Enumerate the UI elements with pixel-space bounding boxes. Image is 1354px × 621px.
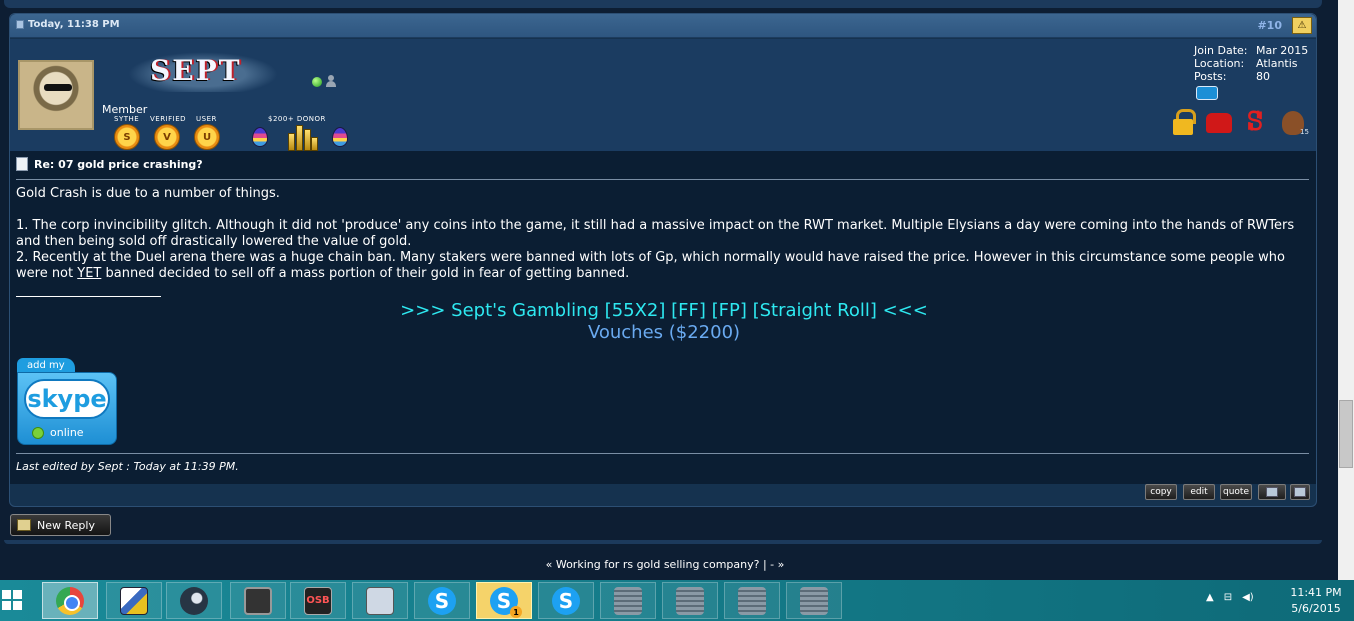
app-icon — [614, 586, 642, 615]
award-label-sythe: SYTHE — [114, 115, 140, 123]
pencil-icon — [17, 519, 31, 531]
ribbon-icon[interactable]: ꗟ — [1242, 107, 1268, 137]
lock-icon[interactable] — [1172, 107, 1196, 137]
quick-reply-button[interactable] — [1290, 484, 1310, 500]
username: SEPT — [150, 54, 242, 87]
copy-button[interactable]: copy — [1145, 484, 1177, 500]
clock-time: 11:41 PM — [1290, 586, 1342, 599]
taskbar-skype-1[interactable]: S — [414, 582, 470, 619]
post-icon — [16, 20, 24, 29]
join-info: Join Date: Mar 2015 Location: Atlantis Pos… — [1194, 44, 1309, 83]
easter-egg-icon[interactable] — [252, 127, 268, 147]
taskbar-camera[interactable] — [230, 582, 286, 619]
post-paragraph: 2. Recently at the Duel arena there was … — [16, 250, 1285, 281]
notification-badge: 1 — [510, 606, 522, 618]
previous-post-frame — [4, 0, 1322, 8]
user-info: SEPT Member SYTHE VERIFIED USER $200+ DO… — [10, 39, 1316, 151]
skype-button[interactable]: add my skype online — [17, 358, 117, 445]
skype-icon: S — [552, 586, 580, 615]
taskbar-skype-2[interactable]: S 1 — [476, 582, 532, 619]
sythe-badge-icon[interactable]: S — [114, 124, 140, 150]
camera-icon — [244, 586, 272, 615]
paint-icon — [120, 586, 148, 615]
check-icon — [32, 426, 44, 439]
chevron-up-icon[interactable]: ▲ — [1206, 592, 1214, 603]
taskbar-osbuddy[interactable]: OSB — [290, 582, 346, 619]
page: Today, 11:38 PM #10 ⚠ SEPT Member SYTHE … — [0, 0, 1338, 580]
new-reply-label: New Reply — [37, 518, 95, 532]
signature-vouches-link[interactable]: Vouches ($2200) — [10, 322, 1318, 343]
new-reply-button[interactable]: New Reply — [10, 514, 111, 536]
calculator-icon — [366, 586, 394, 615]
thread-navigation[interactable]: « Working for rs gold selling company? |… — [0, 558, 1330, 571]
award-label-verified: VERIFIED — [150, 115, 187, 123]
clock-date: 5/6/2015 — [1291, 602, 1341, 615]
app-icon — [738, 586, 766, 615]
skype-logo-icon: skype — [24, 379, 110, 419]
post-text: Gold Crash is due to a number of things.… — [16, 186, 1308, 282]
online-status-icon — [312, 77, 322, 87]
skype-status: online — [32, 426, 84, 439]
quote-button[interactable]: quote — [1220, 484, 1252, 500]
taskbar: OSB S S 1 S ▲ ⊟ ◀) 11:41 PM 5/6/2015 — [0, 580, 1354, 621]
edit-button[interactable]: edit — [1183, 484, 1215, 500]
taskbar-chrome[interactable] — [42, 582, 98, 619]
network-icon[interactable]: ⊟ — [1224, 592, 1232, 603]
taskbar-app-2[interactable] — [662, 582, 718, 619]
avatar[interactable] — [18, 60, 94, 130]
taskbar-steam[interactable] — [166, 582, 222, 619]
document-icon — [16, 157, 28, 171]
post-actions: copy edit quote — [10, 484, 1316, 508]
steam-icon — [180, 586, 208, 615]
taskbar-app-3[interactable] — [724, 582, 780, 619]
taskbar-paint[interactable] — [106, 582, 162, 619]
post-header: Today, 11:38 PM #10 ⚠ — [10, 14, 1316, 38]
vertical-scrollbar[interactable] — [1338, 0, 1354, 580]
multi-quote-icon — [1266, 487, 1278, 497]
skype-icon: S — [428, 586, 456, 615]
taskbar-calculator[interactable] — [352, 582, 408, 619]
multi-quote-button[interactable] — [1258, 484, 1286, 500]
post-date: Today, 11:38 PM — [16, 19, 120, 30]
user-badge-icon[interactable]: U — [194, 124, 220, 150]
last-edited-note: Last edited by Sept : Today at 11:39 PM. — [16, 460, 239, 473]
post-body: Re: 07 gold price crashing? Gold Crash i… — [10, 151, 1316, 484]
taskbar-skype-3[interactable]: S — [538, 582, 594, 619]
award-label-donor: $200+ DONOR — [268, 115, 326, 123]
clock[interactable]: 11:41 PM 5/6/2015 — [1282, 585, 1350, 617]
post-date-text: Today, 11:38 PM — [28, 19, 120, 30]
user-profile-icon[interactable] — [326, 75, 336, 87]
system-tray: ▲ ⊟ ◀) — [1206, 592, 1254, 603]
verified-badge-icon[interactable]: V — [154, 124, 180, 150]
start-button[interactable] — [2, 590, 22, 610]
osbuddy-icon: OSB — [304, 586, 332, 615]
footer-frame — [4, 540, 1322, 544]
username-logo[interactable]: SEPT — [128, 52, 278, 92]
app-icon — [676, 586, 704, 615]
signature-divider — [16, 296, 161, 297]
gold-stack-icon[interactable] — [286, 123, 318, 151]
post-paragraph: Gold Crash is due to a number of things. — [16, 186, 280, 201]
quick-reply-icon — [1294, 487, 1306, 497]
post-title: Re: 07 gold price crashing? — [34, 157, 203, 171]
post-number-link[interactable]: #10 — [1257, 19, 1282, 32]
app-icon — [800, 586, 828, 615]
easter-egg-icon[interactable] — [332, 127, 348, 147]
forum-post: Today, 11:38 PM #10 ⚠ SEPT Member SYTHE … — [9, 13, 1317, 507]
report-post-icon[interactable]: ⚠ — [1292, 17, 1312, 34]
couch-icon[interactable] — [1204, 107, 1234, 137]
divider — [16, 453, 1309, 454]
taskbar-app-4[interactable] — [786, 582, 842, 619]
post-paragraph: 1. The corp invincibility glitch. Althou… — [16, 218, 1295, 249]
post-title-row: Re: 07 gold price crashing? — [16, 157, 203, 171]
skype-contact-icon[interactable] — [1196, 86, 1218, 100]
signature-gambling-link[interactable]: >>> Sept's Gambling [55X2] [FF] [FP] [St… — [10, 300, 1318, 321]
volume-icon[interactable]: ◀) — [1242, 592, 1254, 603]
bunny-count: 15 — [1300, 128, 1309, 136]
award-label-user: USER — [196, 115, 217, 123]
scrollbar-thumb[interactable] — [1339, 400, 1353, 468]
divider — [16, 179, 1309, 180]
chrome-icon — [56, 586, 84, 615]
taskbar-app-1[interactable] — [600, 582, 656, 619]
